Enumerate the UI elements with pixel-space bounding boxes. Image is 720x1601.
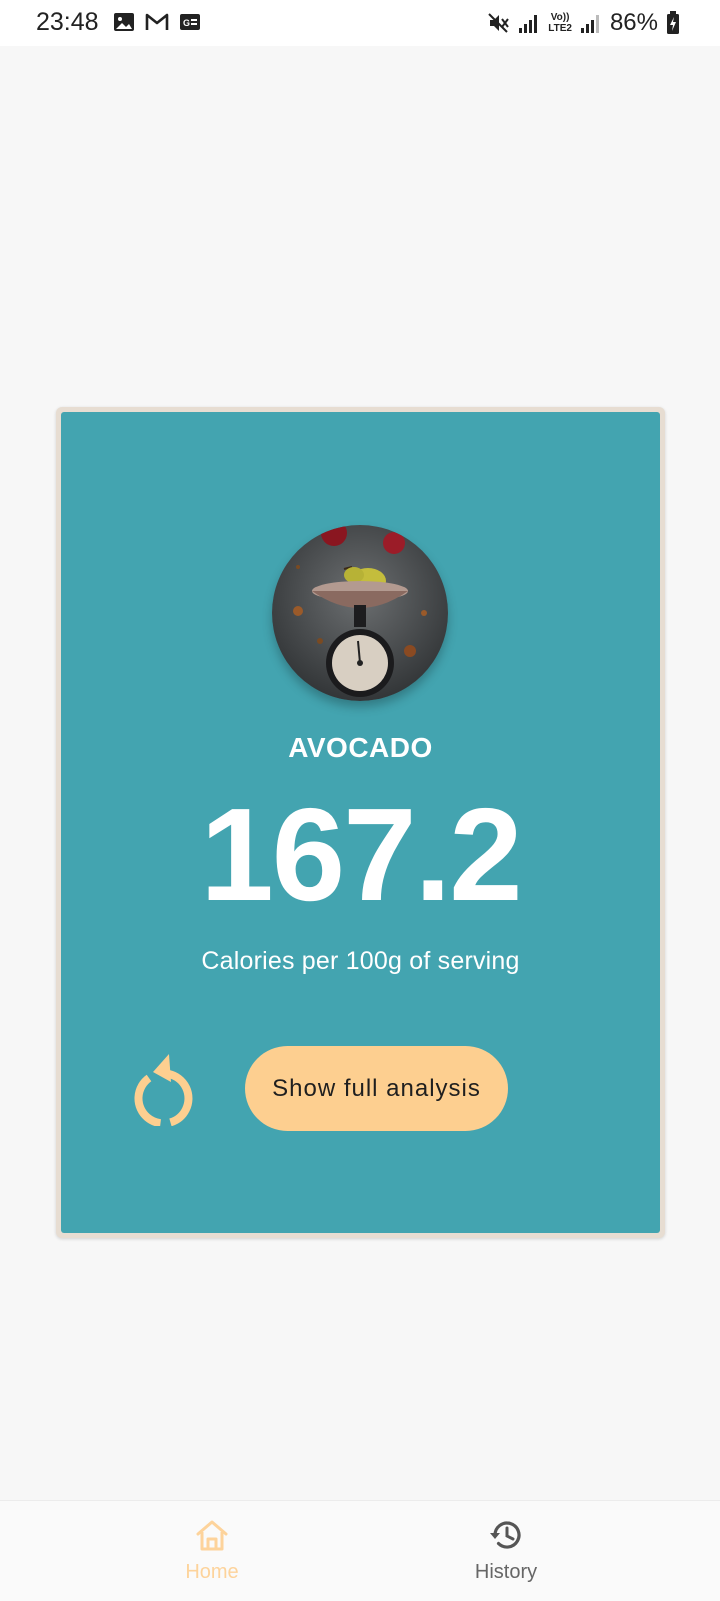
bottom-navigation: Home History — [0, 1500, 720, 1601]
gmail-icon — [145, 13, 169, 30]
nav-item-home[interactable]: Home — [112, 1501, 312, 1601]
nav-label-home: Home — [185, 1561, 239, 1583]
home-icon — [196, 1520, 228, 1551]
lte-label: LTE2 — [548, 23, 572, 34]
status-time: 23:48 — [36, 8, 99, 36]
show-full-analysis-button[interactable]: Show full analysis — [245, 1046, 508, 1131]
nav-label-history: History — [474, 1561, 538, 1583]
result-card: AVOCADO 167.2 Calories per 100g of servi… — [61, 412, 660, 1233]
history-icon — [490, 1521, 521, 1549]
food-image — [272, 525, 448, 701]
mute-icon — [488, 13, 510, 33]
volte-label: Vo)) — [550, 12, 570, 23]
svg-text:G: G — [183, 18, 190, 28]
signal-icon — [580, 15, 599, 33]
signal-icon — [519, 15, 538, 33]
refresh-icon — [134, 1054, 193, 1128]
status-bar: 23:48 G Vo)) LTE2 86% — [0, 0, 720, 46]
result-card-frame: AVOCADO 167.2 Calories per 100g of servi… — [56, 407, 665, 1238]
battery-charging-icon — [667, 11, 679, 34]
reset-button[interactable] — [125, 1052, 195, 1128]
system-icons: Vo)) LTE2 86% — [486, 8, 680, 38]
news-icon: G — [180, 14, 200, 30]
notification-icons: G — [113, 12, 201, 32]
nav-item-history[interactable]: History — [406, 1501, 606, 1601]
battery-percentage: 86% — [609, 9, 658, 36]
gallery-icon — [114, 13, 134, 31]
kitchen-scale-icon — [272, 525, 448, 701]
food-name: AVOCADO — [288, 732, 433, 763]
calorie-caption: Calories per 100g of serving — [201, 947, 520, 975]
calorie-value: 167.2 — [200, 781, 522, 928]
network-type-label: Vo)) LTE2 — [548, 12, 572, 34]
